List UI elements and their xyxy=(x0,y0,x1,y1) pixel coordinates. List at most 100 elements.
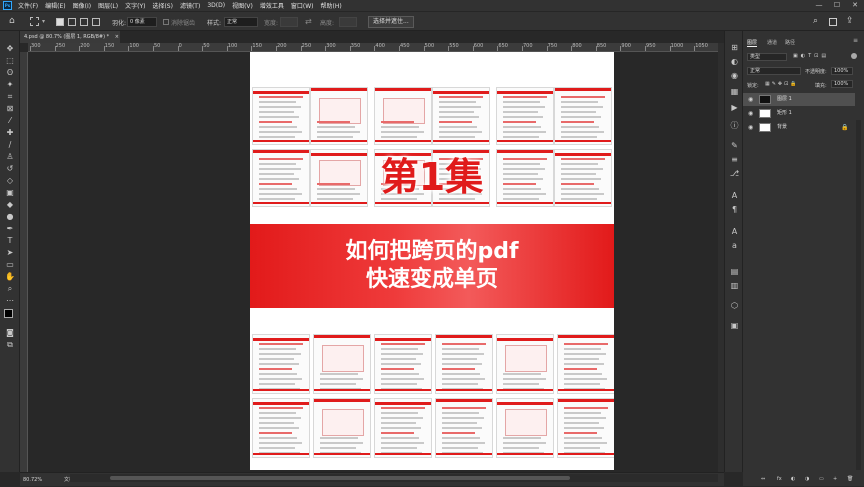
3d-panel-icon[interactable]: ⬡ xyxy=(729,301,740,311)
subtract-selection-icon[interactable] xyxy=(80,18,88,26)
menu-filter[interactable]: 滤镜(T) xyxy=(180,1,200,10)
document-canvas[interactable]: 第1集 如何把跨页的pdf 快速变成单页 xyxy=(250,52,614,470)
document-tab[interactable]: 4.psd @ 80.7% (图层 1, RGB/8#) * × xyxy=(20,31,120,43)
frame-tool-icon[interactable]: ⊠ xyxy=(4,103,16,114)
paragraph-panel-icon[interactable]: ¶ xyxy=(729,205,740,215)
close-window-button[interactable]: ✕ xyxy=(848,0,862,11)
photoshop-logo-icon[interactable]: Ps xyxy=(3,1,12,10)
feather-input[interactable]: 0 像素 xyxy=(127,17,157,27)
search-icon[interactable]: ⌕ xyxy=(813,16,818,26)
gradient-tool-icon[interactable]: ▣ xyxy=(4,187,16,198)
character-panel-icon[interactable]: A xyxy=(729,191,740,201)
layers-scrollbar[interactable] xyxy=(856,120,861,470)
fx-icon[interactable]: fx xyxy=(777,476,782,482)
eyedropper-tool-icon[interactable]: ⁄ xyxy=(4,115,16,126)
maximize-button[interactable]: ☐ xyxy=(830,0,844,11)
tab-channels[interactable]: 通道 xyxy=(767,39,777,46)
filter-toggle-icon[interactable] xyxy=(851,53,857,59)
height-input[interactable] xyxy=(339,17,357,27)
screen-mode-icon[interactable]: ⧉ xyxy=(4,339,16,350)
intersect-selection-icon[interactable] xyxy=(92,18,100,26)
notes-panel-icon[interactable]: ▣ xyxy=(729,321,740,331)
quick-mask-icon[interactable]: ◙ xyxy=(4,327,16,338)
menu-image[interactable]: 图像(I) xyxy=(73,1,91,10)
menu-window[interactable]: 窗口(W) xyxy=(291,1,314,10)
clone-source-icon[interactable]: ⎇ xyxy=(729,169,740,179)
mask-icon[interactable]: ◐ xyxy=(791,476,795,482)
zoom-tool-icon[interactable]: ⌕ xyxy=(4,283,16,294)
share-icon[interactable]: ⇪ xyxy=(846,16,854,26)
swap-icon[interactable]: ⇄ xyxy=(305,17,312,26)
hand-tool-icon[interactable]: ✋ xyxy=(4,271,16,282)
width-input[interactable] xyxy=(280,17,298,27)
pen-tool-icon[interactable]: ✒ xyxy=(4,223,16,234)
foreground-color-swatch[interactable] xyxy=(4,309,13,318)
menu-layer[interactable]: 图层(L) xyxy=(98,1,118,10)
new-selection-icon[interactable] xyxy=(56,18,64,26)
minimize-button[interactable]: — xyxy=(812,0,826,11)
type-tool-icon[interactable]: T xyxy=(4,235,16,246)
trash-icon[interactable]: 🗑 xyxy=(847,476,853,482)
marquee-tool-icon[interactable]: ⬚ xyxy=(4,55,16,66)
eraser-tool-icon[interactable]: ◇ xyxy=(4,175,16,186)
close-tab-icon[interactable]: × xyxy=(115,34,119,40)
scrollbar-thumb[interactable] xyxy=(110,476,570,480)
history-panel-icon[interactable]: ⊞ xyxy=(729,43,740,53)
dodge-tool-icon[interactable]: ● xyxy=(4,211,16,222)
blend-mode-select[interactable]: 正常 xyxy=(747,67,801,75)
group-icon[interactable]: ▭ xyxy=(819,476,824,482)
more-tools-icon[interactable]: ⋯ xyxy=(4,295,16,306)
blur-tool-icon[interactable]: ◆ xyxy=(4,199,16,210)
move-tool-icon[interactable]: ✥ xyxy=(4,43,16,54)
stamp-tool-icon[interactable]: ♙ xyxy=(4,151,16,162)
layer-filter-select[interactable]: 类型 xyxy=(747,53,787,61)
brush-tool-icon[interactable]: ∕ xyxy=(4,139,16,150)
horizontal-scrollbar[interactable] xyxy=(70,474,718,482)
crop-tool-icon[interactable]: ⌗ xyxy=(4,91,16,102)
home-icon[interactable]: ⌂ xyxy=(9,16,15,26)
menu-3d[interactable]: 3D(D) xyxy=(207,2,225,9)
properties-panel-icon[interactable]: ▥ xyxy=(729,281,740,291)
info-panel-icon[interactable]: ⓘ xyxy=(729,121,740,131)
tab-layers[interactable]: 图层 xyxy=(747,39,758,47)
layer-row-layer1[interactable]: ◉ 图层 1 xyxy=(743,93,855,106)
adjustments-panel-icon[interactable]: ◐ xyxy=(729,57,740,67)
menu-type[interactable]: 文字(Y) xyxy=(125,1,145,10)
sliders-panel-icon[interactable]: ≡ xyxy=(729,155,740,165)
fill-input[interactable]: 100% xyxy=(831,80,853,88)
tab-paths[interactable]: 路径 xyxy=(785,39,795,46)
style-select[interactable]: 正常 xyxy=(224,17,258,27)
magic-wand-tool-icon[interactable]: ✦ xyxy=(4,79,16,90)
swatches-panel-icon[interactable]: ▦ xyxy=(729,87,740,97)
lasso-tool-icon[interactable]: ʘ xyxy=(4,67,16,78)
color-panel-icon[interactable]: ◉ xyxy=(729,71,740,81)
link-layers-icon[interactable]: ⇔ xyxy=(761,476,765,482)
opacity-input[interactable]: 100% xyxy=(831,67,853,75)
adjustment-layer-icon[interactable]: ◑ xyxy=(805,476,809,482)
history-brush-tool-icon[interactable]: ↺ xyxy=(4,163,16,174)
lock-icons[interactable]: ▦✎✥⊡🔒 xyxy=(765,81,799,87)
healing-brush-tool-icon[interactable]: ✚ xyxy=(4,127,16,138)
zoom-level[interactable]: 80.72% xyxy=(23,473,42,487)
antialias-checkbox[interactable] xyxy=(163,19,169,25)
layer-filter-icons[interactable]: ▣◐T⊡▤ xyxy=(793,53,829,59)
path-selection-tool-icon[interactable]: ➤ xyxy=(4,247,16,258)
workspace-icon[interactable] xyxy=(829,18,837,26)
eye-icon[interactable]: ◉ xyxy=(748,107,753,120)
brush-settings-icon[interactable]: ✎ xyxy=(729,141,740,151)
libraries-panel-icon[interactable]: ▤ xyxy=(729,267,740,277)
marquee-tool-preset-icon[interactable] xyxy=(30,17,39,26)
char-styles-icon[interactable]: a xyxy=(729,241,740,251)
eye-icon[interactable]: ◉ xyxy=(748,121,753,134)
chevron-down-icon[interactable]: ▾ xyxy=(42,18,45,25)
add-selection-icon[interactable] xyxy=(68,18,76,26)
menu-help[interactable]: 帮助(H) xyxy=(321,1,342,10)
menu-select[interactable]: 选择(S) xyxy=(152,1,173,10)
menu-file[interactable]: 文件(F) xyxy=(18,1,38,10)
layer-row-rect1[interactable]: ◉ 矩形 1 xyxy=(743,107,855,120)
menu-view[interactable]: 视图(V) xyxy=(232,1,253,10)
glyphs-panel-icon[interactable]: A xyxy=(729,227,740,237)
panel-menu-icon[interactable]: ≡ xyxy=(853,37,858,44)
actions-panel-icon[interactable]: ▶ xyxy=(729,103,740,113)
rectangle-tool-icon[interactable]: ▭ xyxy=(4,259,16,270)
